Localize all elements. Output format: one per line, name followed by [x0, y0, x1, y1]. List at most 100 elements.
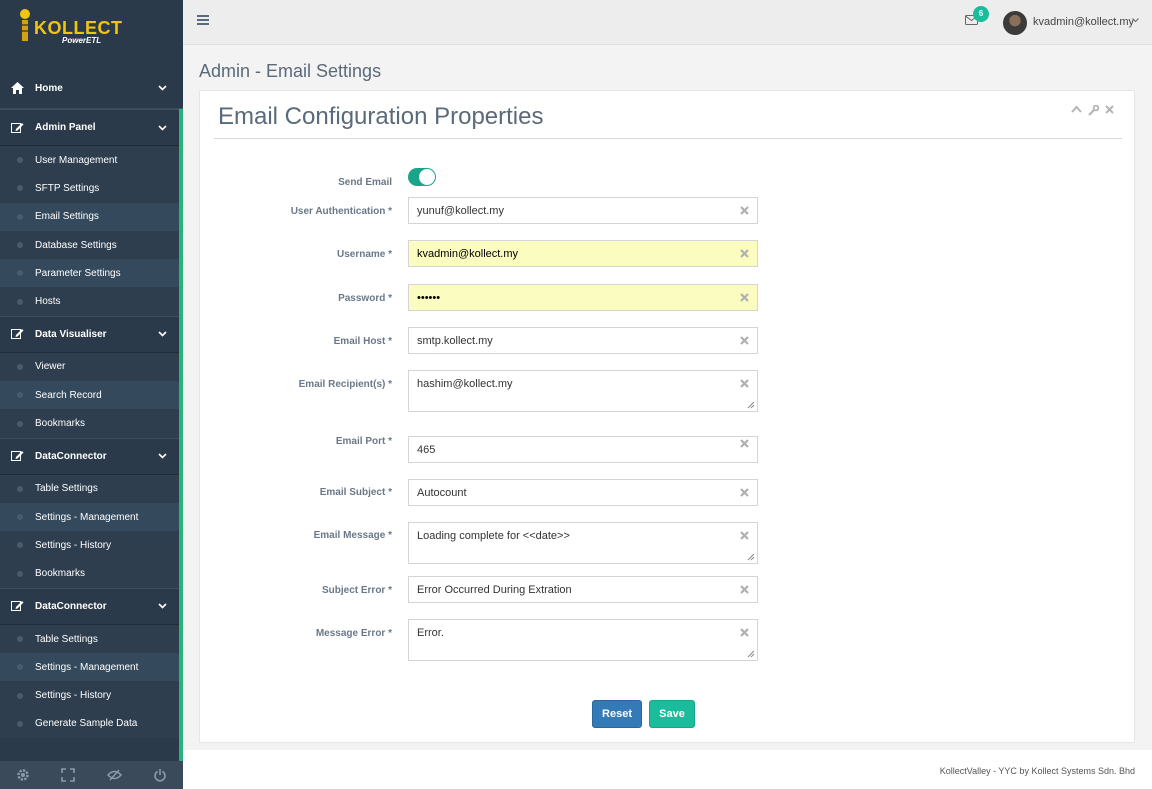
logo[interactable]: KOLLECT PowerETL [0, 0, 183, 68]
sidebar-item-label: Table Settings [35, 633, 98, 645]
brand-tagline: PowerETL [62, 36, 102, 45]
sidebar-item-label: Settings - Management [35, 511, 139, 523]
user-menu[interactable]: kvadmin@kollect.my [1033, 16, 1134, 28]
bullet-icon [17, 392, 23, 399]
bullet-icon [17, 692, 23, 699]
bullet-icon [17, 664, 23, 671]
clear-icon[interactable] [740, 206, 749, 215]
toggle-knob [419, 169, 435, 185]
clear-icon[interactable] [740, 585, 749, 594]
bullet-icon [17, 636, 23, 642]
sidebar-item-database-settings[interactable]: Database Settings [0, 230, 183, 260]
clear-icon[interactable] [740, 249, 749, 258]
reset-button[interactable]: Reset [592, 700, 642, 728]
email-host-field[interactable]: smtp.kollect.my [408, 327, 758, 354]
email-port-field[interactable]: 465 [408, 436, 758, 463]
save-button[interactable]: Save [649, 700, 695, 728]
bullet-icon [17, 542, 23, 549]
email-message-field[interactable]: Loading complete for <<date>> [408, 522, 758, 564]
email-config-panel: Email Configuration Properties Send Emai… [199, 90, 1135, 743]
sidebar-item-label: Search Record [35, 389, 102, 401]
sidebar-item-hosts[interactable]: Hosts [0, 287, 183, 316]
panel-title: Email Configuration Properties [218, 103, 544, 130]
sidebar-item-sftp-settings[interactable]: SFTP Settings [0, 174, 183, 203]
email-recipients-field[interactable]: hashim@kollect.my [408, 370, 758, 412]
sidebar-item-label: Table Settings [35, 483, 98, 495]
sidebar-group-data-visualiser[interactable]: Data Visualiser [0, 315, 183, 353]
user-auth-field[interactable]: yunuf@kollect.my [408, 197, 758, 224]
fullscreen-icon[interactable] [61, 768, 76, 782]
wrench-icon[interactable] [1088, 105, 1099, 116]
footer-text: KollectValley - YYC by Kollect Systems S… [939, 766, 1135, 776]
eye-slash-icon[interactable] [106, 768, 122, 782]
clear-icon[interactable] [740, 293, 749, 302]
subject-error-field[interactable]: Error Occurred During Extration [408, 576, 758, 603]
resize-grip-icon[interactable] [747, 553, 755, 561]
chevron-down-icon [158, 124, 167, 131]
sidebar-item-settings-management[interactable]: Settings - Management [0, 502, 183, 532]
close-icon[interactable] [1105, 105, 1114, 116]
sidebar-item-label: Bookmarks [35, 568, 86, 580]
bullet-icon [17, 570, 23, 577]
gear-icon[interactable] [16, 768, 30, 782]
password-label: Password * [338, 293, 392, 304]
clear-icon[interactable] [740, 488, 749, 497]
sidebar-item-generate-sample-data[interactable]: Generate Sample Data [0, 709, 183, 739]
sidebar-item-settings-history[interactable]: Settings - History [0, 681, 183, 710]
divider [214, 138, 1122, 139]
user-auth-label: User Authentication * [290, 206, 392, 217]
sidebar-item-bookmarks[interactable]: Bookmarks [0, 559, 183, 588]
sidebar-item-home[interactable]: Home [0, 68, 183, 109]
sidebar-item-parameter-settings[interactable]: Parameter Settings [0, 259, 183, 288]
resize-grip-icon[interactable] [747, 401, 755, 409]
clear-icon[interactable] [740, 531, 749, 540]
sidebar-item-table-settings[interactable]: Table Settings [0, 474, 183, 503]
chevron-down-icon [158, 453, 167, 459]
sidebar-item-table-settings[interactable]: Table Settings [0, 624, 183, 654]
bullet-icon [17, 363, 23, 370]
resize-grip-icon[interactable] [747, 650, 755, 658]
field-value: kvadmin@kollect.my [417, 247, 519, 260]
sidebar-item-user-management[interactable]: User Management [0, 146, 183, 175]
sidebar-item-email-settings[interactable]: Email Settings [0, 202, 183, 231]
bullet-icon [17, 242, 23, 249]
sidebar-item-label: Settings - History [35, 539, 112, 551]
email-recipients-label: Email Recipient(s) * [298, 379, 392, 390]
bullet-icon [17, 720, 23, 727]
message-error-label: Message Error * [315, 628, 392, 639]
clear-icon[interactable] [740, 379, 749, 388]
username-field[interactable]: kvadmin@kollect.my [408, 240, 758, 267]
sidebar-group-admin-panel[interactable]: Admin Panel [0, 109, 183, 146]
clear-icon[interactable] [740, 439, 749, 448]
sidebar-item-settings-history[interactable]: Settings - History [0, 531, 183, 560]
send-email-toggle[interactable] [408, 168, 436, 186]
avatar[interactable] [1003, 11, 1027, 35]
sidebar-item-settings-management[interactable]: Settings - Management [0, 653, 183, 682]
power-icon[interactable] [153, 768, 167, 782]
sidebar-item-label: Viewer [35, 361, 66, 373]
sidebar-item-search-record[interactable]: Search Record [0, 381, 183, 410]
email-port-label: Email Port * [335, 436, 392, 447]
sidebar-group-label: Admin Panel [35, 122, 96, 133]
sidebar-item-viewer[interactable]: Viewer [0, 352, 183, 382]
sidebar-group-label: Data Visualiser [35, 328, 107, 340]
chevron-down-icon[interactable] [1132, 18, 1139, 23]
clear-icon[interactable] [740, 628, 749, 637]
sidebar-item-label: Parameter Settings [35, 267, 121, 279]
menu-toggle-icon[interactable] [197, 14, 209, 26]
logo-mark-icon [20, 9, 30, 41]
password-field[interactable]: •••••• [408, 284, 758, 311]
message-error-field[interactable]: Error. [408, 619, 758, 661]
top-bar: 6 kvadmin@kollect.my [183, 0, 1152, 45]
chevron-up-icon[interactable] [1071, 105, 1082, 116]
clear-icon[interactable] [740, 336, 749, 345]
email-subject-field[interactable]: Autocount [408, 479, 758, 506]
sidebar-item-bookmarks[interactable]: Bookmarks [0, 409, 183, 438]
bullet-icon [17, 514, 23, 521]
field-value: •••••• [417, 291, 441, 304]
sidebar-group-dataconnector-2[interactable]: DataConnector [0, 587, 183, 625]
sidebar-group-dataconnector[interactable]: DataConnector [0, 437, 183, 475]
field-value: 465 [417, 443, 436, 456]
field-value: Error. [417, 627, 444, 639]
sidebar-group-label: DataConnector [35, 600, 107, 612]
